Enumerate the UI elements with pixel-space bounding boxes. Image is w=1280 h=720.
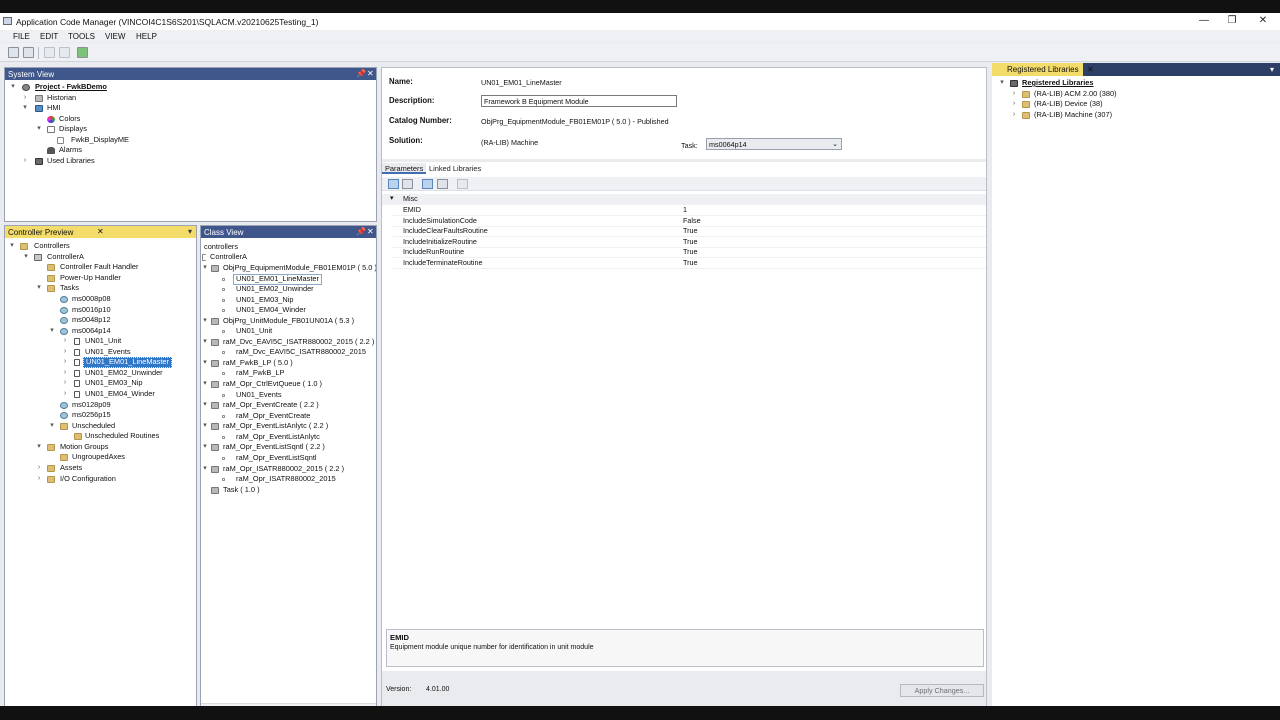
close-icon[interactable]: ✕ [1087, 65, 1094, 75]
chevron-down-icon[interactable]: ▾ [188, 227, 192, 237]
window-title: Application Code Manager (VINCOI4C1S6S20… [16, 17, 319, 27]
controller-preview-title: Controller Preview [8, 228, 74, 237]
pin-icon[interactable]: 📌 [356, 227, 366, 237]
category-misc[interactable]: ▾ Misc [382, 194, 986, 205]
menu-edit[interactable]: EDIT [40, 32, 58, 41]
registered-libraries-pane: Registered Libraries ✕ ▾ ▾ Registered Lib… [992, 63, 1280, 706]
restore-button[interactable]: ❐ [1223, 14, 1241, 28]
property-toolbar [382, 177, 986, 191]
menu-view[interactable]: VIEW [105, 32, 125, 41]
collapse-icon: ▾ [390, 195, 394, 202]
param-row[interactable]: EMID 1 [392, 205, 986, 216]
application-window: Application Code Manager (VINCOI4C1S6S20… [0, 13, 1280, 706]
description-field[interactable]: Framework B Equipment Module [481, 95, 677, 107]
property-pages-icon[interactable] [422, 179, 433, 189]
categorized-icon[interactable] [388, 179, 399, 189]
name-label: Name: [389, 77, 413, 86]
divider [382, 159, 986, 162]
main-toolbar [0, 43, 1280, 62]
menu-bar: FILE EDIT TOOLS VIEW HELP [0, 30, 1280, 42]
catalog-number-value: ObjPrg_EquipmentModule_FB01EM01P ( 5.0 )… [481, 117, 669, 126]
tab-linked-libraries[interactable]: Linked Libraries [426, 163, 484, 174]
description-label: Description: [389, 96, 435, 105]
extra-icon[interactable] [457, 179, 468, 189]
controller-preview-pane: Controller Preview ✕ ▾ ▾ Controllers ▾ Con… [4, 225, 197, 706]
copy-icon[interactable] [44, 47, 55, 58]
tab-parameters[interactable]: Parameters [382, 163, 427, 174]
param-row[interactable]: IncludeRunRoutine True [392, 247, 986, 258]
param-row[interactable]: IncludeInitializeRoutine True [392, 237, 986, 248]
sort-alphabetical-icon[interactable] [402, 179, 413, 189]
minimize-button[interactable]: — [1195, 14, 1213, 28]
class-view-header: Class View 📌 ✕ [201, 226, 376, 238]
menu-tools[interactable]: TOOLS [68, 32, 95, 41]
generate-icon[interactable] [77, 47, 88, 58]
footer: Version: 4.01.00 Apply Changes... [382, 671, 986, 706]
app-icon [3, 17, 12, 25]
close-icon[interactable]: ✕ [367, 69, 374, 79]
paste-icon[interactable] [59, 47, 70, 58]
class-view-title: Class View [204, 228, 244, 237]
chevron-down-icon: ⌄ [832, 141, 838, 148]
new-icon[interactable] [8, 47, 19, 58]
system-view-pane: System View 📌 ✕ ▾ Project - FwkBDemo › His… [4, 67, 377, 222]
registered-libraries-header: Registered Libraries ✕ ▾ [992, 63, 1280, 76]
task-label: Task: [681, 141, 698, 150]
chevron-down-icon[interactable]: ▾ [1270, 65, 1274, 75]
solution-label: Solution: [389, 136, 423, 145]
task-select-value: ms0064p14 [709, 140, 747, 149]
system-view-title: System View [8, 70, 55, 79]
controller-preview-header[interactable]: Controller Preview ✕ ▾ [5, 226, 196, 238]
help-box: EMID Equipment module unique number for … [386, 629, 984, 667]
close-icon[interactable]: ✕ [367, 227, 374, 237]
scroll-right-icon[interactable]: › [370, 704, 372, 706]
title-bar: Application Code Manager (VINCOI4C1S6S20… [0, 13, 1280, 30]
version-value: 4.01.00 [426, 686, 450, 693]
category-label: Misc [403, 194, 418, 203]
close-icon[interactable]: ✕ [97, 227, 104, 237]
menu-help[interactable]: HELP [136, 32, 157, 41]
solution-value: (RA-LIB) Machine [481, 138, 539, 147]
param-row[interactable]: IncludeTerminateRoutine True [392, 258, 986, 269]
param-row[interactable]: IncludeClearFaultsRoutine True [392, 226, 986, 237]
close-window-button[interactable]: ✕ [1254, 14, 1272, 28]
help-text: Equipment module unique number for ident… [390, 644, 594, 651]
horizontal-scrollbar[interactable]: ‹ › [201, 703, 376, 706]
version-label: Version: [386, 686, 412, 693]
pin-icon[interactable]: 📌 [356, 69, 366, 79]
scroll-left-icon[interactable]: ‹ [205, 704, 207, 706]
task-select[interactable]: ms0064p14 ⌄ [706, 138, 842, 150]
apply-changes-button[interactable]: Apply Changes... [900, 684, 984, 697]
help-title: EMID [390, 633, 409, 642]
name-value: UN01_EM01_LineMaster [481, 78, 562, 87]
properties-area: Parameters Linked Libraries ▾ Misc EMID 1… [382, 163, 986, 658]
toolbar-separator [38, 47, 39, 59]
system-view-header: System View 📌 ✕ [5, 68, 376, 80]
catalog-number-label: Catalog Number: [389, 116, 452, 125]
menu-file[interactable]: FILE [13, 32, 30, 41]
class-view-pane: Class View 📌 ✕ controllers ControllerA ▾… [200, 225, 377, 706]
registered-libraries-title[interactable]: Registered Libraries [992, 63, 1083, 76]
param-row[interactable]: IncludeSimulationCode False [392, 216, 986, 227]
details-pane: Name: UN01_EM01_LineMaster Description: … [381, 67, 987, 706]
events-icon[interactable] [437, 179, 448, 189]
open-icon[interactable] [23, 47, 34, 58]
